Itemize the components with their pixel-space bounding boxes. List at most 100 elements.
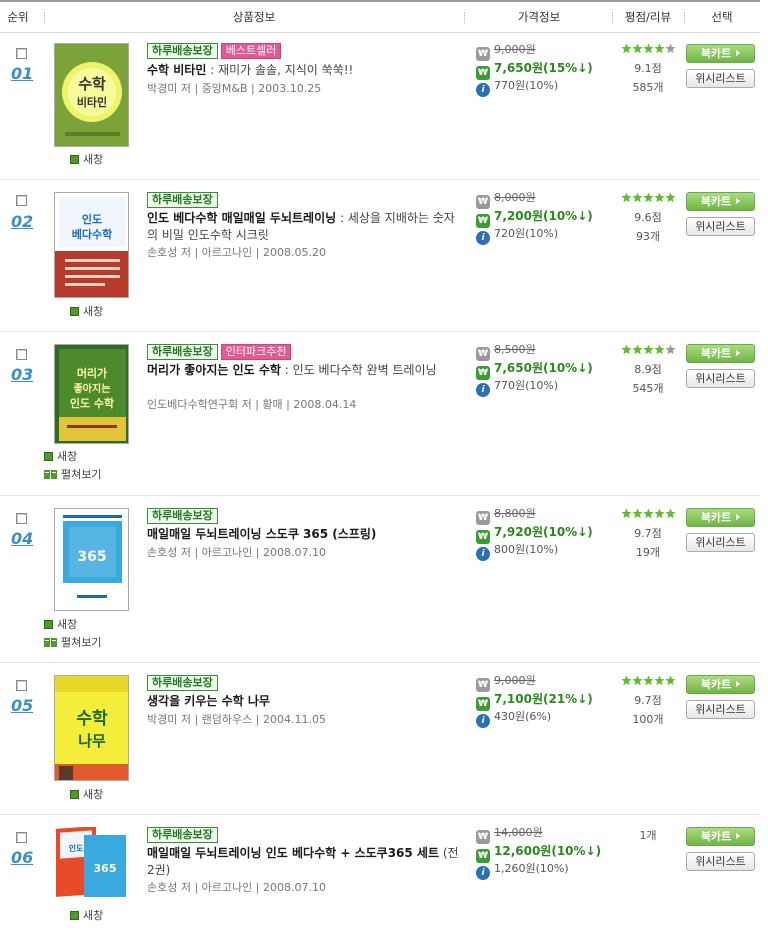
book-cover[interactable]: 머리가 좋아지는 인도 수학 [54,344,129,444]
star-filled-icon [664,508,676,519]
wishlist-button[interactable]: 위시리스트 [686,700,755,719]
cart-button[interactable]: 북카트 [686,344,755,363]
wishlist-button[interactable]: 위시리스트 [686,217,755,236]
price-info: ₩8,000원 ₩7,200원(10%↓) i 720원(10%) [476,190,593,245]
wishlist-button[interactable]: 위시리스트 [686,852,755,871]
won-gray-icon: ₩ [476,511,490,525]
svg-text:좋아지는: 좋아지는 [74,382,111,395]
cart-button[interactable]: 북카트 [686,827,755,846]
review-count[interactable]: 545개 [618,380,678,396]
rank-number[interactable]: 01 [11,64,33,83]
star-filled-icon [653,508,665,519]
rank-number[interactable]: 06 [11,848,33,867]
svg-text:나무: 나무 [78,732,106,750]
book-cover[interactable]: 수학 비타민 [54,43,129,147]
star-filled-icon [653,675,665,686]
book-title[interactable]: 매일매일 두뇌트레이닝 스도쿠 365 (스프링) [147,526,465,543]
table-row: 04 365 새창 펼쳐보기 하루배송보장 매일매일 두뇌트레이닝 스도쿠 36… [0,496,760,663]
info-icon: i [476,547,490,561]
book-title[interactable]: 머리가 좋아지는 인도 수학 : 인도 베다수학 완벽 트레이닝 [147,362,465,379]
star-filled-icon [642,43,654,54]
cart-button[interactable]: 북카트 [686,508,755,527]
book-title[interactable]: 인도 베다수학 매일매일 두뇌트레이닝 : 세상을 지배하는 숫자의 비밀 인도… [147,210,465,244]
book-meta: 박경미 저 | 랜덤하우스 | 2004.11.05 [147,713,326,726]
star-filled-icon [653,192,665,203]
book-meta: 박경미 저 | 중앙M&B | 2003.10.25 [147,82,322,95]
svg-text:머리가: 머리가 [77,366,107,380]
row-checkbox[interactable] [16,832,27,843]
delivery-badge: 하루배송보장 [147,827,218,843]
book-cover[interactable]: 수학 나무 [54,675,129,781]
new-window-link[interactable]: 새창 [44,448,77,464]
delivery-badge: 하루배송보장 [147,675,218,691]
review-count[interactable]: 93개 [618,228,678,244]
row-checkbox[interactable] [16,349,27,360]
table-row: 05 수학 나무 새창 하루배송보장 생각을 키우는 수학 나무 박경미 저 |… [0,663,760,815]
cart-button[interactable]: 북카트 [686,44,755,63]
svg-text:인도: 인도 [82,212,102,226]
wishlist-button[interactable]: 위시리스트 [686,369,755,388]
svg-text:수학: 수학 [78,75,106,93]
delivery-badge: 하루배송보장 [147,344,218,360]
cart-button[interactable]: 북카트 [686,675,755,694]
delivery-badge: 하루배송보장 [147,508,218,524]
info-icon: i [476,231,490,245]
row-checkbox[interactable] [16,48,27,59]
rating: 9.7점 100개 [618,675,678,727]
price-info: ₩9,000원 ₩7,100원(21%↓) i 430원(6%) [476,673,593,728]
new-window-link[interactable]: 새창 [70,786,103,802]
table-row: 02 인도 베다수학 새창 하루배송보장 인도 베다수학 매일매일 두뇌트레이닝… [0,180,760,332]
star-filled-icon [631,43,643,54]
preview-link[interactable]: 펼쳐보기 [44,466,101,482]
rank-number[interactable]: 03 [11,365,33,384]
book-title[interactable]: 생각을 키우는 수학 나무 [147,693,465,710]
info-icon: i [476,83,490,97]
rank-number[interactable]: 05 [11,696,33,715]
book-cover[interactable]: 365 [54,508,129,611]
won-gray-icon: ₩ [476,830,490,844]
star-rating [618,43,678,55]
new-window-icon [70,155,79,164]
book-open-icon [44,470,57,479]
row-checkbox[interactable] [16,680,27,691]
row-checkbox[interactable] [16,195,27,206]
table-row: 01 수학 비타민 새창 하루배송보장 베스트셀러 수학 비타민 : 재미가 솔솔… [0,33,760,180]
star-rating [618,344,678,356]
wishlist-button[interactable]: 위시리스트 [686,69,755,88]
new-window-link[interactable]: 새창 [70,151,103,167]
rating: 1개 [618,827,678,843]
new-window-link[interactable]: 새창 [44,616,77,632]
svg-text:수학: 수학 [76,709,108,729]
star-filled-icon [620,344,632,355]
star-filled-icon [631,344,643,355]
price-info: ₩8,500원 ₩7,650원(10%↓) i 770원(10%) [476,342,593,397]
rating: 9.1점 585개 [618,43,678,95]
row-checkbox[interactable] [16,513,27,524]
review-count[interactable]: 1개 [618,827,678,843]
review-count[interactable]: 100개 [618,711,678,727]
review-count[interactable]: 585개 [618,79,678,95]
book-title[interactable]: 매일매일 두뇌트레이닝 인도 베다수학 + 스도쿠365 세트 (전2권) [147,845,465,879]
rank-number[interactable]: 04 [11,529,33,548]
header-rating: 평점/리뷰 [624,10,672,24]
star-filled-icon [653,344,665,355]
book-title[interactable]: 수학 비타민 : 재미가 솔솔, 지식이 쑥쑥!! [147,62,465,79]
book-meta: 손호성 저 | 아르고나인 | 2008.05.20 [147,246,326,259]
header-product: 상품정보 [232,10,276,24]
star-filled-icon [631,192,643,203]
preview-link[interactable]: 펼쳐보기 [44,634,101,650]
book-meta: 손호성 저 | 아르고나인 | 2008.07.10 [147,546,326,559]
arrow-right-icon [736,514,741,520]
star-filled-icon [642,344,654,355]
rank-number[interactable]: 02 [11,212,33,231]
book-meta: 손호성 저 | 아르고나인 | 2008.07.10 [147,881,326,894]
book-cover[interactable]: 인도 365 [54,827,129,901]
price-info: ₩9,000원 ₩7,650원(15%↓) i 770원(10%) [476,42,593,97]
star-filled-icon [642,192,654,203]
new-window-link[interactable]: 새창 [70,303,103,319]
cart-button[interactable]: 북카트 [686,192,755,211]
new-window-link[interactable]: 새창 [70,907,103,923]
review-count[interactable]: 19개 [618,544,678,560]
book-cover[interactable]: 인도 베다수학 [54,192,129,298]
wishlist-button[interactable]: 위시리스트 [686,533,755,552]
